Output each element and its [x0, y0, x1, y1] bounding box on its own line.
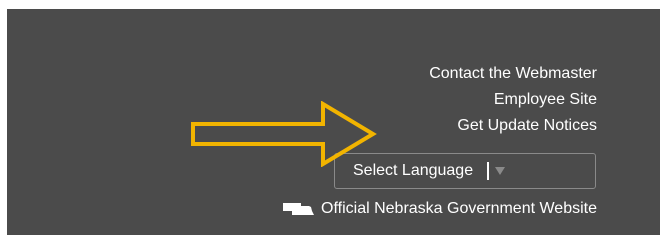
footer-links: Contact the Webmaster Employee Site Get … — [429, 61, 597, 139]
official-government-link[interactable]: Official Nebraska Government Website — [283, 200, 597, 218]
footer-panel: Contact the Webmaster Employee Site Get … — [7, 9, 661, 235]
right-arrow-icon — [191, 101, 377, 167]
contact-webmaster-link[interactable]: Contact the Webmaster — [429, 61, 597, 87]
nebraska-state-icon — [283, 203, 315, 215]
language-separator — [487, 162, 490, 180]
chevron-down-icon — [495, 167, 506, 175]
official-government-label: Official Nebraska Government Website — [321, 200, 597, 217]
employee-site-link[interactable]: Employee Site — [429, 87, 597, 113]
get-update-notices-link[interactable]: Get Update Notices — [429, 113, 597, 139]
